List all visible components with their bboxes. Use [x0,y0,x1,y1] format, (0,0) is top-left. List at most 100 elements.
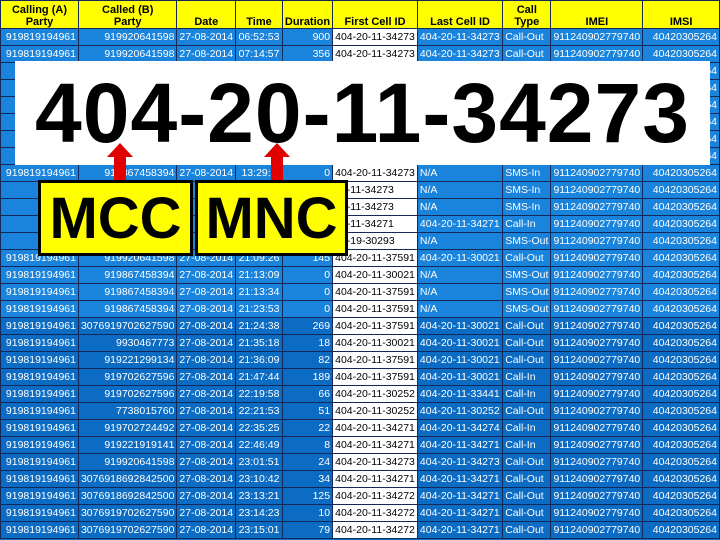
cell-imsi[interactable]: 40420305264 [642,215,720,233]
cell-duration[interactable]: 51 [281,402,334,420]
cell-imei[interactable]: 911240902779740 [550,249,644,267]
cell-imei[interactable]: 911240902779740 [550,453,644,471]
cell-last-cell-id[interactable]: N/A [416,164,504,182]
table-row[interactable]: 919819194961 919702627596 27-08-2014 21:47:… [0,368,720,386]
cell-imsi[interactable]: 40420305264 [642,453,720,471]
cell-time[interactable]: 21:23:53 [235,300,283,318]
cell-called-party[interactable]: 307691970262759​0 [77,521,178,539]
cell-date[interactable]: 27-08-2014 [176,300,237,318]
cell-date[interactable]: 27-08-2014 [176,487,237,505]
cell-date[interactable]: 27-08-2014 [176,470,237,488]
cell-date[interactable]: 27-08-2014 [176,351,237,369]
cell-duration[interactable]: 0 [281,266,334,284]
column-header-imsi[interactable]: IMSI [642,0,720,29]
cell-date[interactable]: 27-08-2014 [176,453,237,471]
table-row[interactable]: 919819194961 307691970262759​0 27-08-2014 2… [0,504,720,522]
cell-first-cell-id[interactable]: 404-20-11-34273 [332,164,418,182]
table-row[interactable]: 919819194961 919920641598 27-08-2014 23:01:… [0,453,720,471]
cell-call-type[interactable]: SMS-In [502,164,552,182]
cell-imsi[interactable]: 40420305264 [642,521,720,539]
cell-called-party[interactable]: 919920641598 [77,45,178,63]
table-row[interactable]: 919819194961 919221919141 27-08-2014 22:46:… [0,436,720,454]
cell-date[interactable]: 27-08-2014 [176,385,237,403]
cell-time[interactable]: 21:36:09 [235,351,283,369]
cell-imsi[interactable]: 40420305264 [642,249,720,267]
cell-time[interactable]: 23:10:42 [235,470,283,488]
cell-time[interactable]: 23:14:23 [235,504,283,522]
cell-last-cell-id[interactable]: 404-20-11-30252 [416,402,504,420]
cell-imei[interactable]: 911240902779740 [550,198,644,216]
cell-time[interactable]: 07:14:57 [235,45,283,63]
cell-call-type[interactable]: Call-Out [502,28,552,46]
cell-call-type[interactable]: Call-In [502,436,552,454]
cell-duration[interactable]: 79 [281,521,334,539]
cell-last-cell-id[interactable]: 404-20-11-34273 [416,453,504,471]
cell-last-cell-id[interactable]: 404-20-11-34271 [416,470,504,488]
table-row[interactable]: 919819194961 919867458394 27-08-2014 21:13:… [0,266,720,284]
cell-calling-party[interactable]: 919819194961 [0,521,79,539]
cell-last-cell-id[interactable]: 404-20-11-34271 [416,487,504,505]
cell-calling-party[interactable]: 919819194961 [0,164,79,182]
cell-call-type[interactable]: Call-Out [502,317,552,335]
cell-calling-party[interactable]: 919819194961 [0,334,79,352]
cell-call-type[interactable]: Call-Out [502,487,552,505]
cell-first-cell-id[interactable]: 404-20-11-37591 [332,351,418,369]
cell-imsi[interactable]: 40420305264 [642,368,720,386]
cell-first-cell-id[interactable]: 404-20-11-30252 [332,402,418,420]
cell-time[interactable]: 21:13:34 [235,283,283,301]
cell-imsi[interactable]: 40420305264 [642,181,720,199]
cell-date[interactable]: 27-08-2014 [176,28,237,46]
cell-imei[interactable]: 911240902779740 [550,402,644,420]
cell-imsi[interactable]: 40420305264 [642,334,720,352]
cell-imsi[interactable]: 40420305264 [642,317,720,335]
cell-called-party[interactable]: 7738015760 [77,402,178,420]
cell-call-type[interactable]: Call-Out [502,351,552,369]
cell-called-party[interactable]: 9930467773 [77,334,178,352]
cell-last-cell-id[interactable]: 404-20-11-34273 [416,45,504,63]
cell-date[interactable]: 27-08-2014 [176,283,237,301]
table-row[interactable]: 919819194961 307691970262759​0 27-08-2014 2… [0,317,720,335]
cell-last-cell-id[interactable]: N/A [416,266,504,284]
cell-duration[interactable]: 8 [281,436,334,454]
cell-calling-party[interactable]: 919819194961 [0,368,79,386]
cell-imei[interactable]: 911240902779740 [550,232,644,250]
cell-duration[interactable]: 18 [281,334,334,352]
cell-first-cell-id[interactable]: 404-20-11-34273 [332,45,418,63]
cell-calling-party[interactable]: 919819194961 [0,487,79,505]
cell-time[interactable]: 21:35:18 [235,334,283,352]
cell-calling-party[interactable]: 919819194961 [0,402,79,420]
cell-call-type[interactable]: Call-Out [502,521,552,539]
cell-time[interactable]: 21:13:09 [235,266,283,284]
cell-date[interactable]: 27-08-2014 [176,266,237,284]
cell-call-type[interactable]: SMS-Out [502,283,552,301]
cell-imei[interactable]: 911240902779740 [550,28,644,46]
column-header-last-cell-id[interactable]: Last Cell ID [416,0,504,29]
cell-imsi[interactable]: 40420305264 [642,198,720,216]
cell-duration[interactable]: 189 [281,368,334,386]
cell-imei[interactable]: 911240902779740 [550,266,644,284]
cell-date[interactable]: 27-08-2014 [176,317,237,335]
cell-called-party[interactable]: 919867458394 [77,164,178,182]
cell-first-cell-id[interactable]: 404-20-11-37591 [332,368,418,386]
cell-date[interactable]: 27-08-2014 [176,521,237,539]
cell-duration[interactable]: 356 [281,45,334,63]
column-header-calling-party[interactable]: Calling (A) Party [0,0,79,29]
cell-calling-party[interactable]: 919819194961 [0,385,79,403]
cell-imsi[interactable]: 40420305264 [642,300,720,318]
cell-first-cell-id[interactable]: 404-20-11-30021 [332,334,418,352]
cell-called-party[interactable]: 919221299134 [77,351,178,369]
cell-call-type[interactable]: SMS-In [502,181,552,199]
column-header-called-party[interactable]: Called (B) Party [77,0,178,29]
cell-call-type[interactable]: Call-Out [502,504,552,522]
cell-last-cell-id[interactable]: 404-20-11-34271 [416,504,504,522]
column-header-first-cell-id[interactable]: First Cell ID [332,0,418,29]
cell-called-party[interactable]: 919702627596 [77,385,178,403]
cell-calling-party[interactable]: 919819194961 [0,317,79,335]
cell-last-cell-id[interactable]: 404-20-11-33441 [416,385,504,403]
cell-imsi[interactable]: 40420305264 [642,28,720,46]
cell-call-type[interactable]: Call-In [502,215,552,233]
cell-calling-party[interactable]: 919819194961 [0,28,79,46]
cell-imei[interactable]: 911240902779740 [550,181,644,199]
cell-date[interactable]: 27-08-2014 [176,419,237,437]
cell-called-party[interactable]: 919867458394 [77,266,178,284]
